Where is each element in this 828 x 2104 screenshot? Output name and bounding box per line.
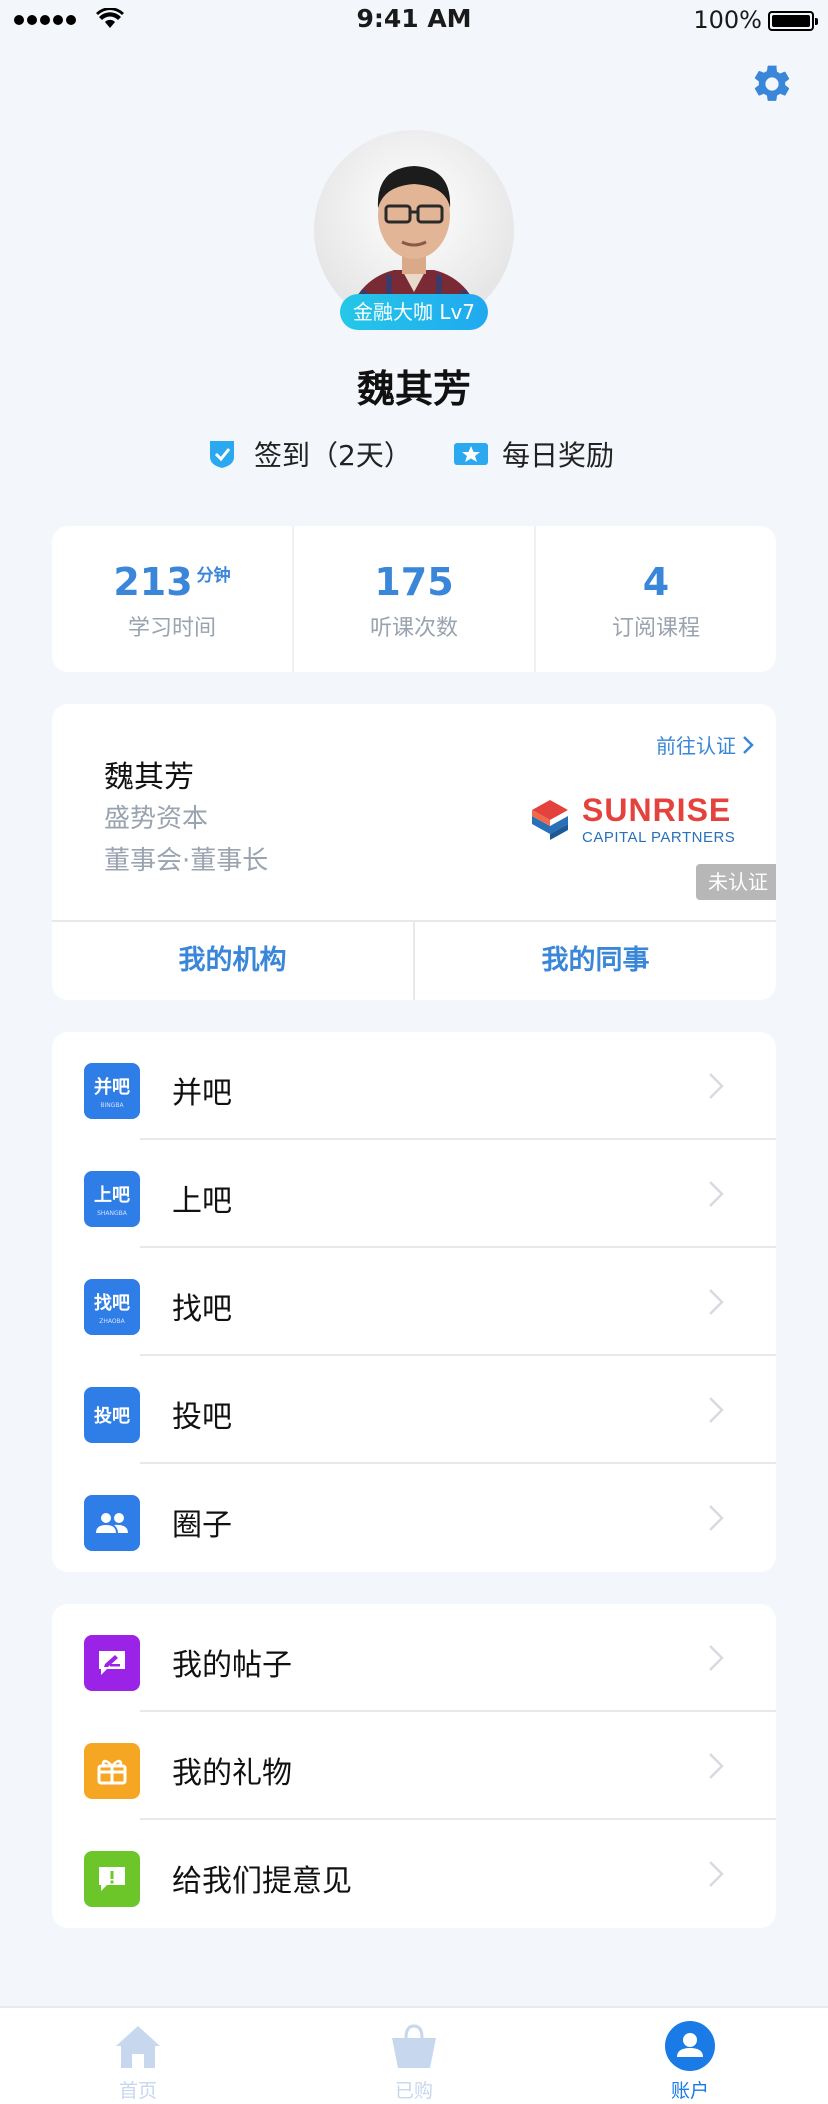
checkin-button[interactable]: 签到（2天） bbox=[208, 434, 412, 474]
status-bar: 9:41 AM 100% bbox=[0, 0, 828, 40]
daily-reward-button[interactable]: 每日奖励 bbox=[454, 434, 614, 474]
menu-item-bingba[interactable]: 并吧 BINGBA 并吧 bbox=[52, 1032, 776, 1140]
menu-label: 投吧 bbox=[172, 1400, 232, 1435]
menu-label: 找吧 bbox=[172, 1292, 232, 1327]
community-menu: 并吧 BINGBA 并吧 上吧 SHANGBA 上吧 找吧 ZHAOBA 找吧 投吧 … bbox=[52, 1032, 776, 1572]
touba-icon: 投吧 bbox=[84, 1387, 140, 1443]
logo-sub-text: CAPITAL PARTNERS bbox=[582, 829, 736, 846]
settings-gear-icon[interactable] bbox=[750, 62, 794, 106]
checkin-shield-icon bbox=[210, 441, 234, 468]
status-badge: 未认证 bbox=[696, 864, 776, 900]
stats-card: 213 分钟 学习时间 175 听课次数 4 订阅课程 bbox=[52, 526, 776, 672]
chevron-right-icon bbox=[743, 735, 754, 754]
menu-label: 我的帖子 bbox=[172, 1648, 292, 1683]
stat-unit: 分钟 bbox=[196, 566, 231, 586]
my-colleagues-button[interactable]: 我的同事 bbox=[415, 922, 776, 1000]
daily-reward-label: 每日奖励 bbox=[502, 439, 615, 472]
logo-main-text: SUNRISE bbox=[582, 792, 732, 828]
chevron-right-icon bbox=[709, 1645, 724, 1671]
menu-label: 圈子 bbox=[172, 1508, 232, 1543]
bingba-icon: 并吧 BINGBA bbox=[84, 1063, 140, 1119]
menu-label: 并吧 bbox=[172, 1076, 232, 1111]
stat-label: 听课次数 bbox=[369, 616, 458, 641]
svg-text:BINGBA: BINGBA bbox=[100, 1102, 124, 1109]
battery-icon bbox=[768, 11, 818, 31]
stat-listen-count[interactable]: 175 听课次数 bbox=[294, 526, 536, 672]
verify-link[interactable]: 前往认证 bbox=[656, 730, 754, 759]
user-name: 魏其芳 bbox=[356, 367, 471, 411]
company-logo: SUNRISE CAPITAL PARTNERS bbox=[530, 794, 735, 845]
stat-value: 213 bbox=[113, 560, 193, 604]
chevron-right-icon bbox=[709, 1181, 724, 1207]
svg-text:ZHAOBA: ZHAOBA bbox=[99, 1318, 125, 1325]
sunrise-logo-icon bbox=[532, 799, 568, 840]
menu-item-feedback[interactable]: 给我们提意见 bbox=[52, 1820, 776, 1928]
basket-icon bbox=[392, 2024, 436, 2068]
stat-study-time[interactable]: 213 分钟 学习时间 bbox=[52, 526, 294, 672]
gift-icon bbox=[84, 1743, 140, 1799]
checkin-label: 签到（2天） bbox=[254, 439, 412, 472]
chevron-right-icon bbox=[709, 1505, 724, 1531]
svg-text:投吧: 投吧 bbox=[94, 1405, 130, 1427]
zhaoba-icon: 找吧 ZHAOBA bbox=[84, 1279, 140, 1335]
card-name: 魏其芳 bbox=[104, 760, 194, 795]
menu-item-my-posts[interactable]: 我的帖子 bbox=[52, 1604, 776, 1712]
tab-label: 账户 bbox=[670, 2080, 709, 2102]
feedback-icon bbox=[84, 1851, 140, 1907]
menu-item-my-gifts[interactable]: 我的礼物 bbox=[52, 1712, 776, 1820]
card-role: 董事会·董事长 bbox=[104, 846, 269, 876]
stat-value: 175 bbox=[374, 560, 454, 604]
menu-item-shangba[interactable]: 上吧 SHANGBA 上吧 bbox=[52, 1140, 776, 1248]
org-card: 前往认证 魏其芳 盛势资本 董事会·董事长 SUNRISE CAPITAL PA… bbox=[52, 704, 776, 1000]
menu-label: 上吧 bbox=[172, 1184, 232, 1219]
stat-subscriptions[interactable]: 4 订阅课程 bbox=[536, 526, 776, 672]
stat-value: 4 bbox=[642, 560, 670, 604]
tab-bar: 首页 已购 账户 bbox=[0, 2006, 828, 2104]
reward-star-icon bbox=[454, 443, 488, 465]
shangba-icon: 上吧 SHANGBA bbox=[84, 1171, 140, 1227]
my-organization-button[interactable]: 我的机构 bbox=[52, 922, 415, 1000]
menu-item-zhaoba[interactable]: 找吧 ZHAOBA 找吧 bbox=[52, 1248, 776, 1356]
group-icon bbox=[84, 1495, 140, 1551]
chevron-right-icon bbox=[709, 1753, 724, 1779]
chevron-right-icon bbox=[709, 1073, 724, 1099]
card-company: 盛势资本 bbox=[104, 804, 209, 834]
chevron-right-icon bbox=[709, 1289, 724, 1315]
home-icon bbox=[116, 2026, 160, 2068]
battery-percent: 100% bbox=[693, 6, 762, 34]
stat-label: 订阅课程 bbox=[611, 616, 700, 641]
svg-text:SHANGBA: SHANGBA bbox=[97, 1210, 128, 1217]
chevron-right-icon bbox=[709, 1397, 724, 1423]
tab-label: 已购 bbox=[394, 2080, 433, 2102]
tab-purchased[interactable]: 已购 bbox=[276, 2008, 552, 2104]
chevron-right-icon bbox=[709, 1861, 724, 1887]
account-icon bbox=[665, 2021, 715, 2071]
svg-text:上吧: 上吧 bbox=[94, 1185, 130, 1206]
tab-home[interactable]: 首页 bbox=[0, 2008, 276, 2104]
org-actions: 我的机构 我的同事 bbox=[52, 920, 776, 1000]
stat-label: 学习时间 bbox=[127, 616, 216, 641]
tab-label: 首页 bbox=[118, 2080, 157, 2102]
menu-item-circle[interactable]: 圈子 bbox=[52, 1464, 776, 1572]
tab-account[interactable]: 账户 bbox=[552, 2008, 828, 2104]
svg-text:并吧: 并吧 bbox=[94, 1076, 130, 1098]
personal-menu: 我的帖子 我的礼物 给我们提意见 bbox=[52, 1604, 776, 1928]
menu-label: 给我们提意见 bbox=[172, 1864, 352, 1899]
menu-label: 我的礼物 bbox=[172, 1756, 292, 1791]
post-icon bbox=[84, 1635, 140, 1691]
menu-item-touba[interactable]: 投吧 投吧 bbox=[52, 1356, 776, 1464]
verify-link-label: 前往认证 bbox=[656, 734, 736, 758]
svg-text:找吧: 找吧 bbox=[94, 1292, 130, 1314]
level-badge: 金融大咖 Lv7 bbox=[340, 294, 488, 330]
